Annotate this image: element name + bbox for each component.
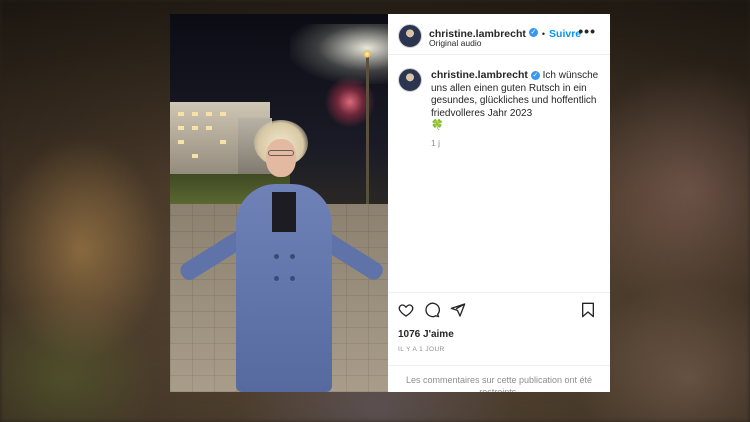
coat-button <box>290 254 295 259</box>
verified-badge-icon: ✓ <box>528 28 538 38</box>
coat-button <box>290 276 295 281</box>
person-shirt <box>272 192 296 232</box>
caption-username[interactable]: christine.lambrecht <box>431 69 528 81</box>
comments-restricted-notice: Les commentaires sur cette publication o… <box>388 365 610 392</box>
street-lamp-light <box>363 50 371 58</box>
heart-icon[interactable] <box>398 302 414 318</box>
share-icon[interactable] <box>450 302 466 318</box>
audio-label[interactable]: Original audio <box>429 38 481 48</box>
person-glasses <box>268 150 294 156</box>
likes-count[interactable]: 1076 J'aime <box>398 329 454 340</box>
street-lamp <box>366 54 369 204</box>
avatar[interactable] <box>398 24 422 48</box>
follow-button[interactable]: Suivre <box>549 28 581 40</box>
caption-age[interactable]: 1 j <box>431 137 601 150</box>
more-options-icon[interactable]: ••• <box>578 24 596 38</box>
person-face <box>266 139 296 177</box>
clover-emoji: 🍀 <box>431 120 444 131</box>
verified-badge-icon: ✓ <box>530 70 540 80</box>
comment-icon[interactable] <box>424 302 440 318</box>
avatar[interactable] <box>398 68 422 92</box>
post-actions: 1076 J'aime IL Y A 1 JOUR Les commentair… <box>388 292 610 392</box>
post-timestamp: IL Y A 1 JOUR <box>398 346 445 353</box>
coat-button <box>274 276 279 281</box>
post-header: christine.lambrecht ✓ • Suivre Original aud… <box>388 14 610 55</box>
instagram-post: christine.lambrecht ✓ • Suivre Original aud… <box>170 14 610 392</box>
post-video[interactable] <box>170 14 388 392</box>
firework <box>320 72 380 132</box>
bookmark-icon[interactable] <box>580 302 596 318</box>
coat-button <box>274 254 279 259</box>
separator: • <box>541 29 546 39</box>
caption-text: christine.lambrecht ✓ Ich wünsche uns all… <box>431 69 601 149</box>
post-side-panel: christine.lambrecht ✓ • Suivre Original aud… <box>388 14 610 392</box>
